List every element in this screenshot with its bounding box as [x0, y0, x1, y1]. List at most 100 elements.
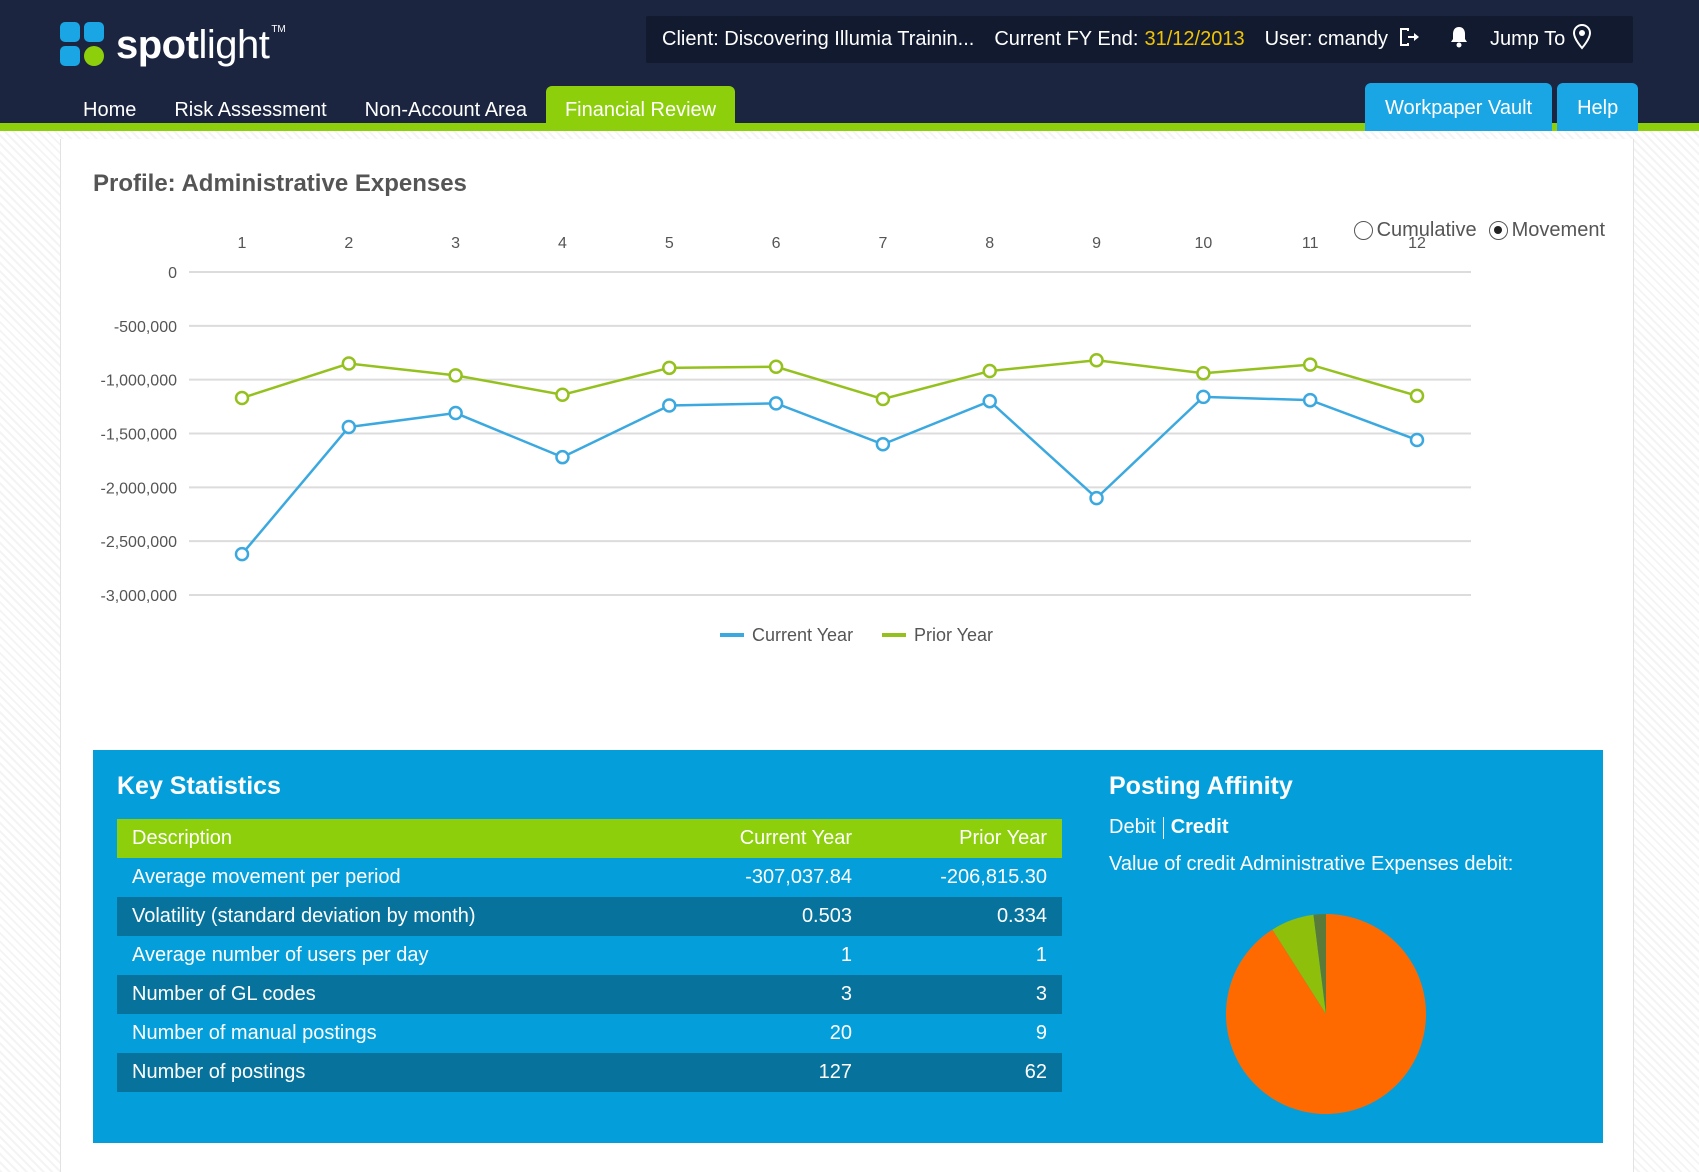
row-prior-year: 0.334 — [867, 897, 1062, 936]
help-button[interactable]: Help — [1557, 83, 1639, 131]
data-point — [662, 360, 677, 376]
logout-icon[interactable] — [1396, 25, 1420, 55]
fy-end: Current FY End: 31/12/2013 — [994, 28, 1244, 51]
x-tick-label: 3 — [451, 235, 460, 252]
data-point — [555, 449, 570, 465]
row-description: Volatility (standard deviation by month) — [117, 897, 667, 936]
data-point — [234, 546, 250, 562]
tab-financial-review[interactable]: Financial Review — [545, 86, 736, 131]
legend-label: Prior Year — [914, 625, 993, 645]
row-prior-year: 62 — [867, 1053, 1062, 1092]
data-point — [341, 356, 357, 371]
y-tick-label: -500,000 — [114, 319, 177, 336]
data-point — [768, 396, 784, 411]
workpaper-vault-button[interactable]: Workpaper Vault — [1365, 83, 1553, 131]
row-current-year: 3 — [667, 975, 867, 1014]
jump-to-button[interactable]: Jump To — [1489, 23, 1592, 56]
map-pin-icon — [1573, 23, 1592, 56]
x-tick-label: 4 — [558, 235, 567, 252]
row-prior-year: 9 — [867, 1014, 1062, 1053]
data-point — [1409, 432, 1425, 448]
user-label: User: cmandy — [1264, 28, 1388, 50]
table-row: Volatility (standard deviation by month)… — [117, 897, 1062, 936]
row-description: Number of GL codes — [117, 975, 667, 1014]
table-row: Average movement per period -307,037.84 … — [117, 858, 1062, 897]
page-title: Profile: Administrative Expenses — [93, 170, 467, 197]
x-tick-label: 12 — [1408, 235, 1426, 252]
data-point — [875, 391, 891, 407]
notifications[interactable] — [1440, 25, 1470, 55]
data-point — [555, 387, 570, 402]
data-point — [448, 368, 463, 383]
data-point — [234, 390, 250, 406]
x-tick-label: 8 — [985, 235, 994, 252]
fy-date: 31/12/2013 — [1144, 28, 1245, 50]
x-tick-label: 9 — [1092, 235, 1101, 252]
x-tick-label: 7 — [878, 235, 887, 252]
statistics-panel: Key Statistics Description Current Year … — [93, 750, 1603, 1143]
right-nav: Workpaper Vault Help — [1365, 83, 1643, 131]
data-point — [1409, 388, 1425, 404]
credit-link[interactable]: Credit — [1171, 816, 1229, 839]
row-current-year: 0.503 — [667, 897, 867, 936]
row-description: Number of postings — [117, 1053, 667, 1092]
row-prior-year: 3 — [867, 975, 1062, 1014]
y-tick-label: -3,000,000 — [100, 588, 177, 605]
y-tick-label: -2,000,000 — [100, 480, 177, 497]
x-tick-label: 11 — [1302, 235, 1319, 252]
key-statistics-title: Key Statistics — [117, 772, 281, 800]
link-separator — [1162, 816, 1164, 839]
table-row: Number of GL codes 3 3 — [117, 975, 1062, 1014]
row-current-year: 20 — [667, 1014, 867, 1053]
row-prior-year: 1 — [867, 936, 1062, 975]
client-name[interactable]: Client: Discovering Illumia Trainin... — [662, 28, 974, 51]
table-header-row: Description Current Year Prior Year — [117, 819, 1062, 858]
tab-home[interactable]: Home — [64, 86, 155, 131]
y-tick-label: -1,500,000 — [100, 427, 177, 444]
data-point — [1196, 365, 1211, 381]
posting-affinity-pie-chart — [1226, 914, 1426, 1114]
x-tick-label: 6 — [772, 235, 781, 252]
fy-label: Current FY End: — [994, 28, 1139, 50]
data-point — [1302, 392, 1318, 408]
data-point — [768, 359, 784, 374]
debit-credit-toggle: Debit Credit — [1109, 816, 1229, 839]
y-tick-label: -1,000,000 — [100, 373, 177, 390]
data-point — [448, 405, 463, 421]
main-card: Profile: Administrative Expenses Cumulat… — [60, 139, 1634, 1172]
row-description: Average number of users per day — [117, 936, 667, 975]
data-point — [1089, 353, 1104, 368]
x-tick-label: 2 — [344, 235, 353, 252]
logo-mark-icon — [60, 22, 106, 68]
y-tick-label: 0 — [168, 265, 177, 282]
tab-risk-assessment[interactable]: Risk Assessment — [155, 86, 345, 131]
bell-icon[interactable] — [1448, 25, 1470, 55]
data-point — [341, 419, 357, 435]
data-point — [875, 437, 891, 452]
info-bar: Client: Discovering Illumia Trainin... C… — [646, 16, 1633, 63]
row-current-year: -307,037.84 — [667, 858, 867, 897]
table-row: Number of postings 127 62 — [117, 1053, 1062, 1092]
legend-label: Current Year — [752, 625, 853, 645]
row-prior-year: -206,815.30 — [867, 858, 1062, 897]
tab-non-account-area[interactable]: Non-Account Area — [346, 86, 546, 131]
row-current-year: 1 — [667, 936, 867, 975]
x-tick-label: 10 — [1194, 235, 1212, 252]
data-point — [662, 398, 677, 413]
main-nav: Home Risk Assessment Non-Account Area Fi… — [64, 86, 736, 131]
data-point — [1302, 357, 1318, 372]
y-tick-label: -2,500,000 — [100, 534, 177, 551]
header-prior-year: Prior Year — [867, 819, 1062, 858]
data-point — [982, 363, 997, 379]
debit-link[interactable]: Debit — [1109, 816, 1156, 839]
row-current-year: 127 — [667, 1053, 867, 1092]
key-statistics-table: Description Current Year Prior Year Aver… — [117, 819, 1062, 1092]
spotlight-logo[interactable]: spotlight TM — [60, 20, 286, 70]
header-current-year: Current Year — [667, 819, 867, 858]
jump-to-label: Jump To — [1489, 28, 1566, 50]
header-description: Description — [117, 819, 667, 858]
logo-text: spotlight — [116, 22, 270, 67]
posting-affinity-caption: Value of credit Administrative Expenses … — [1109, 853, 1514, 875]
row-description: Number of manual postings — [117, 1014, 667, 1053]
series-line-current-year — [241, 395, 1418, 555]
